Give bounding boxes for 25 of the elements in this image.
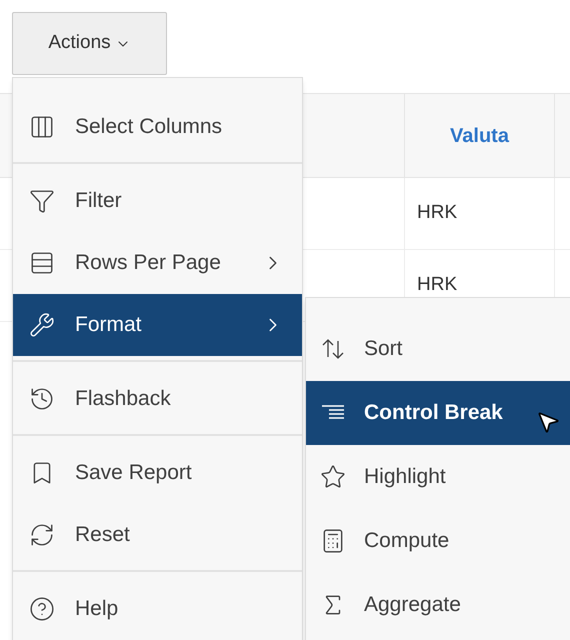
menu-item[interactable]: Format [13,294,302,356]
menu-item[interactable]: Aggregate [306,573,570,637]
columns-icon [29,114,55,140]
menu-item[interactable]: Highlight [306,445,570,509]
help-icon [29,596,55,622]
history-icon [29,386,55,412]
menu-item[interactable]: Flashback [13,368,302,430]
column-header[interactable]: Valuta [405,94,555,177]
filter-icon [29,188,55,214]
rows-icon [29,250,55,276]
menu-item[interactable]: Control Break [306,381,570,445]
actions-button[interactable]: Actions [12,12,167,75]
table-cell-text: HRK [417,273,458,298]
table-cell-text: HRK [417,201,458,226]
refresh-icon [29,522,55,548]
menu-item[interactable]: Filter [13,170,302,232]
menu-item[interactable]: Rows Per Page [13,232,302,294]
wrench-icon [29,312,55,338]
star-icon [320,464,346,490]
menu-item[interactable]: Compute [306,509,570,573]
menu-item[interactable]: Select Columns [13,96,302,158]
menu-item[interactable]: Reset [13,504,302,566]
menu-item[interactable]: Help [13,578,302,640]
menu-item[interactable]: Sort [306,317,570,381]
menu-item[interactable]: Save Report [13,442,302,504]
